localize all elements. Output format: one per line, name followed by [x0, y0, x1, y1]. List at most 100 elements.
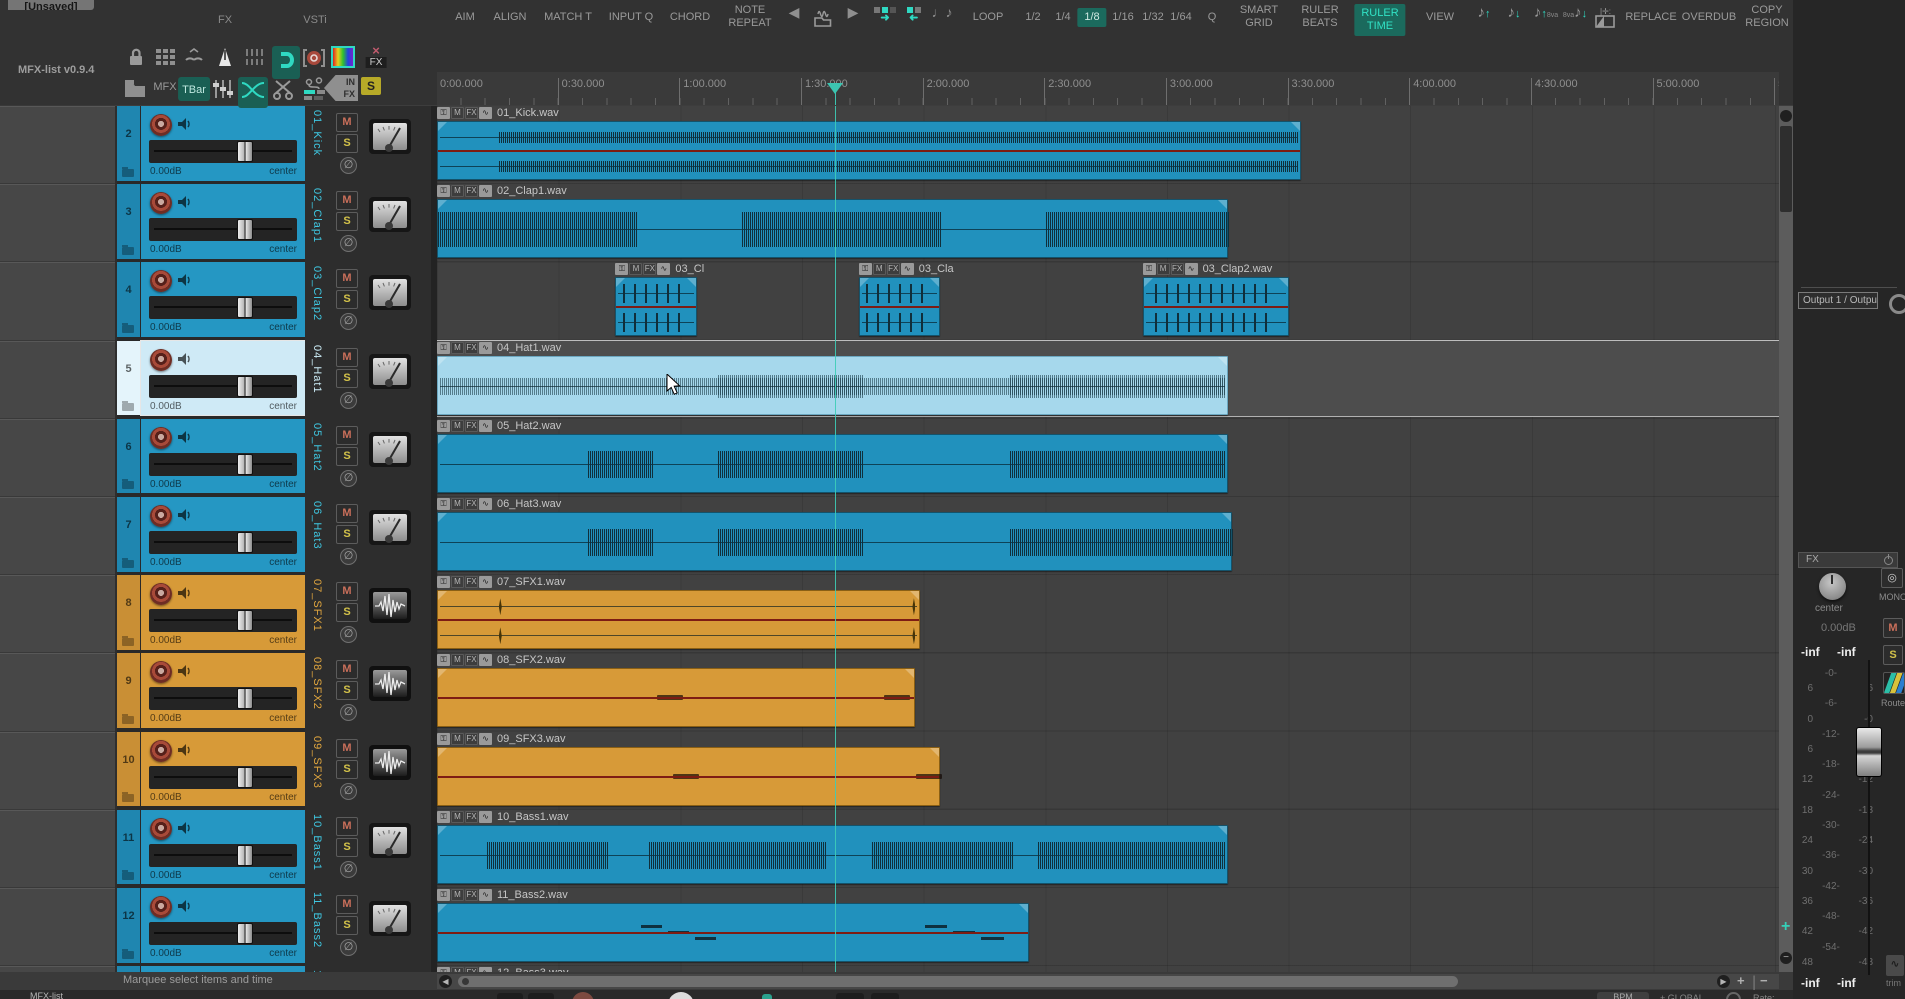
solo-button[interactable]: S	[336, 603, 358, 623]
solo-button[interactable]: S	[336, 134, 358, 153]
record-arm-button[interactable]	[150, 270, 172, 293]
speaker-icon[interactable]	[177, 273, 193, 292]
solo-button[interactable]: S	[336, 290, 358, 310]
item-envelope-icon[interactable]: ∿	[479, 107, 492, 119]
mute-button[interactable]: M	[336, 269, 358, 289]
rate-knob[interactable]	[1726, 992, 1741, 999]
speaker-icon[interactable]	[177, 743, 193, 762]
item-lock-icon[interactable]: ⚿	[437, 732, 450, 745]
volume-fader[interactable]	[149, 140, 297, 163]
track-panel[interactable]: 0.00dB center	[141, 418, 305, 494]
record-arm-button[interactable]	[150, 192, 172, 215]
media-item-header[interactable]: ⚿ M FX ∿ 03_Clap2.wav	[1142, 263, 1272, 277]
mute-button[interactable]: M	[336, 660, 358, 680]
media-item-header[interactable]: ⚿ M FX ∿ 03_Cl	[615, 263, 704, 277]
item-mute-icon[interactable]: M	[451, 810, 464, 823]
item-envelope-icon[interactable]: ∿	[479, 654, 492, 667]
media-item-header[interactable]: ⚿ M FX ∿ 01_Kick.wav	[437, 107, 559, 121]
metronome-icon[interactable]	[215, 46, 235, 73]
master-pan-knob[interactable]	[1819, 573, 1846, 600]
hzoom-out-button[interactable]: −	[1760, 973, 1768, 988]
track-panel[interactable]: 0.00dB center	[141, 809, 305, 885]
solo-button[interactable]: S	[336, 681, 358, 701]
item-fx-icon[interactable]: FX	[465, 654, 478, 667]
item-envelope-icon[interactable]: ∿	[479, 889, 492, 901]
timeline-ruler[interactable]: 0:00.000 0:30.000 1:00.000 1:30.000 2:00.000…	[437, 72, 1779, 105]
item-fx-icon[interactable]: FX	[465, 576, 478, 589]
track-folder-icon[interactable]	[122, 479, 134, 490]
item-envelope-icon[interactable]: ∿	[479, 732, 492, 745]
nudge-right-icon[interactable]: ➜	[906, 6, 922, 24]
volume-fader-handle[interactable]	[237, 688, 253, 710]
toolbar-button-copy-region[interactable]: COPY REGION	[1745, 4, 1788, 30]
speaker-icon[interactable]	[177, 195, 193, 214]
item-mute-icon[interactable]: M	[629, 263, 643, 276]
track-number-strip[interactable]: 10	[117, 731, 140, 807]
item-fx-icon[interactable]: FX	[643, 263, 657, 276]
note-octave-down-icon[interactable]: 8va♪↓	[1563, 5, 1587, 22]
speaker-icon[interactable]	[177, 430, 193, 449]
media-item-header[interactable]: ⚿ M FX ∿ 09_SFX3.wav	[437, 732, 565, 747]
phase-button[interactable]: ∅	[340, 860, 357, 878]
item-mute-icon[interactable]: M	[1156, 263, 1170, 276]
transport-teal-button[interactable]	[762, 994, 772, 999]
grid-icon[interactable]	[154, 46, 176, 73]
item-fx-icon[interactable]: FX	[465, 810, 478, 823]
toolbar-button-match-t[interactable]: MATCH T	[544, 11, 592, 24]
record-arm-button[interactable]	[150, 114, 172, 136]
transport-button[interactable]	[528, 993, 554, 999]
track-panel[interactable]: 0.00dB center	[140, 339, 305, 417]
phase-button[interactable]: ∅	[340, 626, 357, 644]
toolbar-button-1-4[interactable]: 1/4	[1055, 11, 1070, 24]
track-number-strip[interactable]: 2	[117, 106, 140, 181]
output-knob[interactable]	[1889, 294, 1905, 314]
media-item[interactable]	[437, 903, 1030, 962]
toolbar-button-1-32[interactable]: 1/32	[1142, 11, 1163, 24]
item-lock-icon[interactable]: ⚿	[437, 654, 450, 667]
record-mode-icon[interactable]	[301, 46, 327, 75]
phase-button[interactable]: ∅	[340, 704, 357, 722]
media-item[interactable]	[1142, 277, 1289, 337]
folder-icon[interactable]	[122, 77, 148, 104]
phase-button[interactable]: ∅	[340, 235, 357, 253]
item-lock-icon[interactable]: ⚿	[437, 107, 450, 119]
item-lock-icon[interactable]: ⚿	[437, 810, 450, 823]
volume-fader-handle[interactable]	[237, 766, 253, 788]
zoom-out-button[interactable]: −	[1780, 952, 1792, 964]
track-number-strip[interactable]: 3	[117, 184, 140, 259]
item-envelope-icon[interactable]: ∿	[479, 576, 492, 589]
item-mute-icon[interactable]: M	[451, 654, 464, 667]
toolbar-button-ruler-beats[interactable]: RULER BEATS	[1301, 4, 1338, 30]
phase-button[interactable]: ∅	[340, 157, 357, 174]
toolbar2-button-s[interactable]: S	[360, 77, 382, 95]
volume-fader[interactable]	[149, 452, 297, 476]
track-number-strip[interactable]: 8	[117, 575, 140, 650]
toolbar-button-1-2[interactable]: 1/2	[1025, 11, 1040, 24]
track-number-strip[interactable]: 6	[117, 418, 140, 494]
master-solo-button[interactable]: S	[1883, 645, 1903, 665]
master-fader-handle[interactable]	[1856, 727, 1882, 777]
output-routing-box[interactable]: Output 1 / Output 2	[1798, 292, 1878, 309]
media-item[interactable]	[437, 121, 1301, 180]
toolbar-button-note-repeat[interactable]: NOTE REPEAT	[728, 4, 771, 30]
scissors-icon[interactable]	[271, 77, 297, 106]
prev-arrow-icon[interactable]: ◀	[789, 5, 800, 21]
media-item-header[interactable]: ⚿ M FX ∿ 07_SFX1.wav	[437, 576, 565, 590]
track-number-strip[interactable]: 12	[117, 888, 140, 963]
master-fx-bar[interactable]: FX	[1798, 552, 1898, 568]
solo-button[interactable]: S	[336, 446, 358, 466]
scroll-top-button[interactable]	[1780, 110, 1792, 122]
toolbar-button-1-64[interactable]: 1/64	[1170, 11, 1191, 24]
transport-button[interactable]	[871, 993, 899, 999]
track-number-strip[interactable]: 11	[117, 809, 140, 885]
item-fx-icon[interactable]: FX	[465, 889, 478, 901]
item-envelope-icon[interactable]: ∿	[657, 263, 671, 276]
track-panel[interactable]: 0.00dB center	[141, 731, 305, 807]
media-item-header[interactable]: ⚿ M FX ∿ 10_Bass1.wav	[437, 810, 569, 825]
toolbar-button-aim[interactable]: AIM	[455, 11, 475, 24]
mono-button[interactable]: ◎	[1881, 568, 1903, 588]
mute-button[interactable]: M	[336, 816, 358, 836]
item-envelope-icon[interactable]: ∿	[479, 185, 492, 198]
hzoom-in-button[interactable]: +	[1737, 973, 1745, 988]
mute-button[interactable]: M	[336, 582, 358, 602]
